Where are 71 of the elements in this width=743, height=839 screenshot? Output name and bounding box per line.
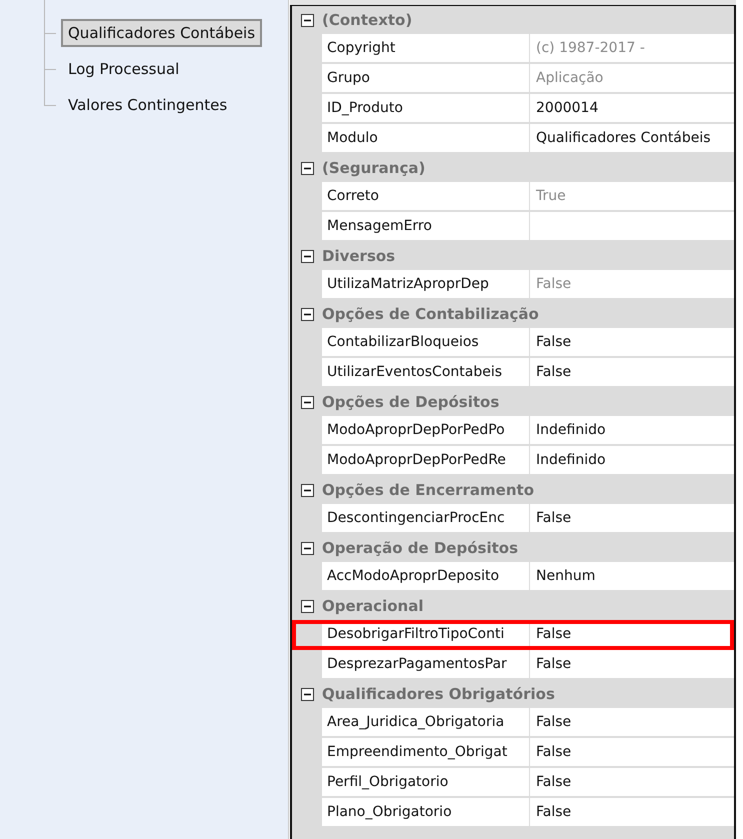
property-row[interactable]: Correto True — [292, 182, 734, 212]
property-name[interactable]: UtilizaMatrizAproprDep — [322, 270, 530, 298]
property-value[interactable]: False — [530, 738, 734, 766]
property-row[interactable]: AccModoAproprDeposito Nenhum — [292, 562, 734, 592]
property-name[interactable]: DescontingenciarProcEnc — [322, 504, 530, 532]
property-row[interactable]: Modulo Qualificadores Contábeis — [292, 124, 734, 154]
collapse-icon[interactable] — [300, 250, 314, 262]
tree-item[interactable]: Valores Contingentes — [61, 91, 234, 119]
property-row[interactable]: Copyright (c) 1987-2017 - — [292, 34, 734, 64]
property-row[interactable]: Empreendimento_Obrigat False — [292, 738, 734, 768]
category-title: Opções de Contabilização — [322, 305, 539, 323]
collapse-icon[interactable] — [300, 484, 314, 496]
property-name[interactable]: Grupo — [322, 64, 530, 92]
collapse-icon[interactable] — [300, 396, 314, 408]
property-value[interactable]: 2000014 — [530, 94, 734, 122]
category-title: (Segurança) — [322, 159, 426, 177]
collapse-icon[interactable] — [300, 14, 314, 26]
property-name[interactable]: UtilizarEventosContabeis — [322, 358, 530, 386]
category-title: Diversos — [322, 247, 396, 265]
tree-item[interactable]: Qualificadores Contábeis — [61, 19, 262, 47]
property-value[interactable]: False — [530, 328, 734, 356]
collapse-icon[interactable] — [300, 688, 314, 700]
category-title: Opções de Encerramento — [322, 481, 534, 499]
property-row[interactable]: ID_Produto 2000014 — [292, 94, 734, 124]
property-value[interactable]: Indefinido — [530, 446, 734, 474]
property-row[interactable]: MensagemErro — [292, 212, 734, 242]
category-title: Operacional — [322, 597, 424, 615]
property-row[interactable]: Area_Juridica_Obrigatoria False — [292, 708, 734, 738]
property-row[interactable]: DesprezarPagamentosPar False — [292, 650, 734, 680]
property-row[interactable]: ContabilizarBloqueios False — [292, 328, 734, 358]
collapse-icon[interactable] — [300, 162, 314, 174]
property-name[interactable]: Copyright — [322, 34, 530, 62]
property-name[interactable]: MensagemErro — [322, 212, 530, 240]
property-value[interactable]: False — [530, 798, 734, 826]
category-title: Operação de Depósitos — [322, 539, 518, 557]
property-value[interactable]: False — [530, 708, 734, 736]
property-name[interactable]: ModoAproprDepPorPedRe — [322, 446, 530, 474]
collapse-icon[interactable] — [300, 542, 314, 554]
property-name[interactable]: Plano_Obrigatorio — [322, 798, 530, 826]
category-title: (Contexto) — [322, 11, 412, 29]
property-row[interactable]: Grupo Aplicação — [292, 64, 734, 94]
property-row[interactable]: UtilizarEventosContabeis False — [292, 358, 734, 388]
tree-item[interactable]: Log Processual — [61, 55, 186, 83]
property-name[interactable]: AccModoAproprDeposito — [322, 562, 530, 590]
property-name[interactable]: ModoAproprDepPorPedPo — [322, 416, 530, 444]
property-row[interactable]: ModoAproprDepPorPedPo Indefinido — [292, 416, 734, 446]
property-name[interactable]: Correto — [322, 182, 530, 210]
property-value[interactable]: False — [530, 504, 734, 532]
property-value[interactable]: Indefinido — [530, 416, 734, 444]
collapse-icon[interactable] — [300, 600, 314, 612]
property-name[interactable]: Modulo — [322, 124, 530, 152]
collapse-icon[interactable] — [300, 308, 314, 320]
property-row[interactable]: Plano_Obrigatorio False — [292, 798, 734, 828]
property-row[interactable]: DescontingenciarProcEnc False — [292, 504, 734, 534]
property-value[interactable]: False — [530, 650, 734, 678]
property-row[interactable]: DesobrigarFiltroTipoConti False — [292, 620, 734, 650]
property-name[interactable]: ContabilizarBloqueios — [322, 328, 530, 356]
property-row[interactable]: UtilizaMatrizAproprDep False — [292, 270, 734, 300]
property-name[interactable]: Empreendimento_Obrigat — [322, 738, 530, 766]
property-value[interactable]: False — [530, 768, 734, 796]
property-value[interactable]: Nenhum — [530, 562, 734, 590]
property-name[interactable]: Area_Juridica_Obrigatoria — [322, 708, 530, 736]
property-value[interactable]: False — [530, 358, 734, 386]
property-value[interactable]: Qualificadores Contábeis — [530, 124, 734, 152]
category-title: Qualificadores Obrigatórios — [322, 685, 555, 703]
property-row[interactable]: Perfil_Obrigatorio False — [292, 768, 734, 798]
property-name[interactable]: DesprezarPagamentosPar — [322, 650, 530, 678]
category-title: Opções de Depósitos — [322, 393, 500, 411]
property-name[interactable]: ID_Produto — [322, 94, 530, 122]
property-name[interactable]: Perfil_Obrigatorio — [322, 768, 530, 796]
property-row[interactable]: ModoAproprDepPorPedRe Indefinido — [292, 446, 734, 476]
